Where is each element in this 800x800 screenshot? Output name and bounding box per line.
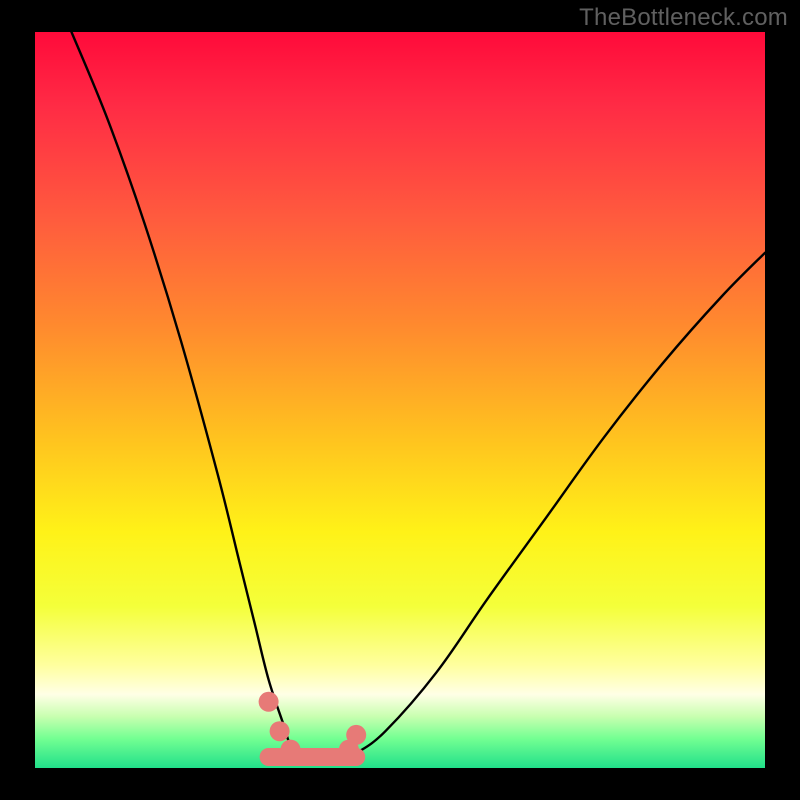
accent-point [259,692,279,712]
accent-point [270,721,290,741]
watermark-text: TheBottleneck.com [579,4,788,32]
accent-point [346,725,366,745]
accent-point [281,740,301,760]
chart-frame: TheBottleneck.com [0,0,800,800]
bottleneck-chart [0,0,800,800]
plot-background-gradient [35,32,765,768]
